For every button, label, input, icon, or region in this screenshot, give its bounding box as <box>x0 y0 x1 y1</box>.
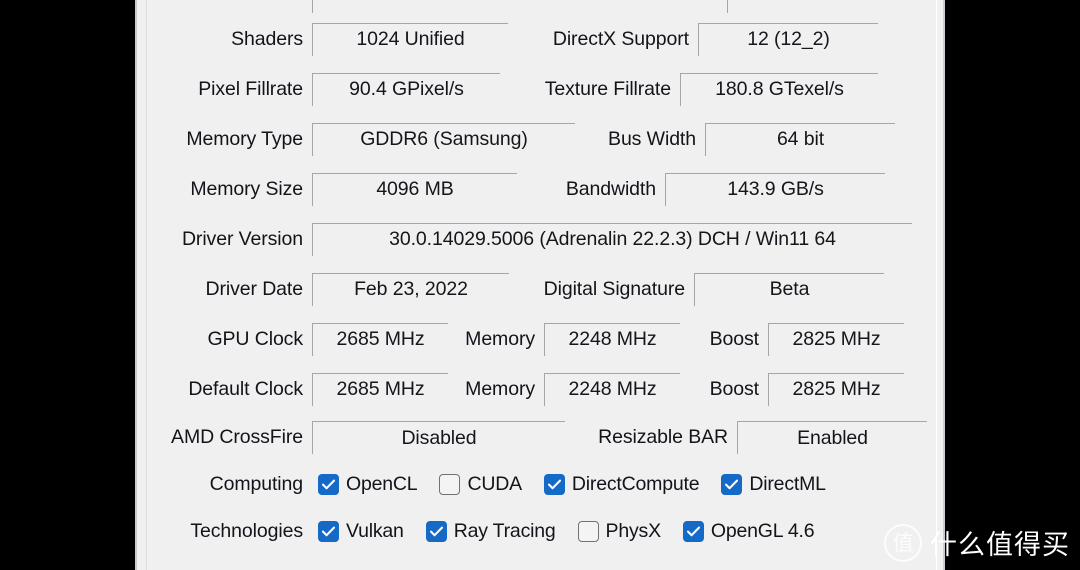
row-technologies: Technologies Vulkan Ray Tracing PhysX Op… <box>137 508 943 555</box>
watermark-logo-icon: 值 <box>884 523 922 562</box>
label-bandwidth: Bandwidth <box>565 177 656 200</box>
label-shaders: Shaders <box>231 27 303 50</box>
label-resizable-bar: Resizable BAR <box>598 426 728 448</box>
watermark-text: 什么值得买 <box>930 530 1070 561</box>
field-pixel-fillrate[interactable]: 90.4 GPixel/s <box>312 72 500 106</box>
checkbox-label-opencl: OpenCL <box>346 473 418 495</box>
checkbox-checked-icon <box>318 521 339 542</box>
label-driver-version: Driver Version <box>181 227 303 250</box>
watermark: 值 什么值得买 <box>884 523 1070 562</box>
checkbox-label-ray-tracing: Ray Tracing <box>453 520 556 542</box>
checkbox-unchecked-icon <box>577 521 599 542</box>
label-memory-size: Memory Size <box>190 177 303 200</box>
label-computing: Computing <box>209 473 304 495</box>
row-memory-type: Memory Type GDDR6 (Samsung) Bus Width 64… <box>137 114 943 164</box>
row-driver-date: Driver Date Feb 23, 2022 Digital Signatu… <box>137 264 943 314</box>
field-driver-version[interactable]: 30.0.14029.5006 (Adrenalin 22.2.3) DCH /… <box>312 222 912 256</box>
checkbox-directcompute[interactable]: DirectCompute <box>543 473 700 496</box>
label-directx-support: DirectX Support <box>552 27 689 50</box>
checkbox-opencl[interactable]: OpenCL <box>318 473 418 496</box>
label-pixel-fillrate: Pixel Fillrate <box>198 77 303 100</box>
field-amd-crossfire[interactable]: Disabled <box>312 421 565 454</box>
field-gpu-clock[interactable]: 2685 MHz <box>312 322 448 356</box>
field-memory-size[interactable]: 4096 MB <box>312 172 517 206</box>
field-default-clock-boost[interactable]: 2825 MHz <box>768 372 904 406</box>
checkbox-vulkan[interactable]: Vulkan <box>318 520 404 543</box>
row-gpu-clock: GPU Clock 2685 MHz Memory 2248 MHz Boost… <box>137 314 943 364</box>
label-gpu-clock: GPU Clock <box>207 327 303 350</box>
row-crossfire: AMD CrossFire Disabled Resizable BAR Ena… <box>137 414 943 461</box>
label-technologies: Technologies <box>190 520 303 542</box>
checkbox-label-physx: PhysX <box>605 520 662 542</box>
checkbox-checked-icon <box>721 474 743 495</box>
label-digital-signature: Digital Signature <box>543 277 685 300</box>
checkbox-checked-icon <box>425 521 447 542</box>
field-driver-date[interactable]: Feb 23, 2022 <box>312 272 509 306</box>
label-bus-width: Bus Width <box>608 127 696 150</box>
row-fillrate: Pixel Fillrate 90.4 GPixel/s Texture Fil… <box>137 64 943 114</box>
screenshot-root: Shaders 1024 Unified DirectX Support 12 … <box>0 0 1080 570</box>
field-default-clock[interactable]: 2685 MHz <box>312 372 448 406</box>
checkbox-opengl[interactable]: OpenGL 4.6 <box>682 520 815 543</box>
field-memory-type[interactable]: GDDR6 (Samsung) <box>312 122 575 156</box>
row-driver-version: Driver Version 30.0.14029.5006 (Adrenali… <box>137 214 943 264</box>
label-default-clock: Default Clock <box>188 377 303 400</box>
row-shaders: Shaders 1024 Unified DirectX Support 12 … <box>137 14 943 64</box>
checkbox-checked-icon <box>682 521 704 542</box>
label-texture-fillrate: Texture Fillrate <box>544 77 671 100</box>
field-bandwidth[interactable]: 143.9 GB/s <box>665 172 885 206</box>
field-resizable-bar[interactable]: Enabled <box>737 421 927 454</box>
checkbox-label-directml: DirectML <box>749 473 826 495</box>
field-gpu-clock-memory[interactable]: 2248 MHz <box>544 322 680 356</box>
label-default-clock-memory: Memory <box>465 377 535 400</box>
checkbox-label-cuda: CUDA <box>467 473 522 495</box>
label-gpu-clock-boost: Boost <box>709 327 759 350</box>
field-digital-signature[interactable]: Beta <box>694 272 884 306</box>
checkbox-cuda[interactable]: CUDA <box>439 473 522 496</box>
label-driver-date: Driver Date <box>205 277 303 300</box>
checkbox-label-directcompute: DirectCompute <box>571 473 700 495</box>
field-default-clock-memory[interactable]: 2248 MHz <box>544 372 680 406</box>
row-default-clock: Default Clock 2685 MHz Memory 2248 MHz B… <box>137 364 943 414</box>
label-memory-type: Memory Type <box>186 127 303 150</box>
checkbox-checked-icon <box>318 474 339 495</box>
checkbox-ray-tracing[interactable]: Ray Tracing <box>425 520 556 543</box>
label-default-clock-boost: Boost <box>709 377 759 400</box>
row-computing: Computing OpenCL CUDA DirectCompute Dire… <box>137 461 943 508</box>
checkbox-unchecked-icon <box>439 474 461 495</box>
label-amd-crossfire: AMD CrossFire <box>171 426 303 448</box>
field-directx-support[interactable]: 12 (12_2) <box>698 22 878 56</box>
label-gpu-clock-memory: Memory <box>465 327 535 350</box>
field-texture-fillrate[interactable]: 180.8 GTexel/s <box>680 72 878 106</box>
checkbox-directml[interactable]: DirectML <box>721 473 826 496</box>
row-partial-top <box>137 0 943 14</box>
gpuz-field-rows: Shaders 1024 Unified DirectX Support 12 … <box>137 0 943 570</box>
checkbox-label-opengl: OpenGL 4.6 <box>710 520 815 542</box>
checkbox-label-vulkan: Vulkan <box>346 520 404 542</box>
partial-field-left <box>312 0 542 13</box>
row-memory-size: Memory Size 4096 MB Bandwidth 143.9 GB/s <box>137 164 943 214</box>
checkbox-physx[interactable]: PhysX <box>577 520 662 543</box>
gpuz-window: Shaders 1024 Unified DirectX Support 12 … <box>135 0 945 570</box>
field-bus-width[interactable]: 64 bit <box>705 122 895 156</box>
field-shaders[interactable]: 1024 Unified <box>312 22 508 56</box>
field-gpu-clock-boost[interactable]: 2825 MHz <box>768 322 904 356</box>
partial-field-right <box>727 0 932 13</box>
checkbox-checked-icon <box>543 474 565 495</box>
